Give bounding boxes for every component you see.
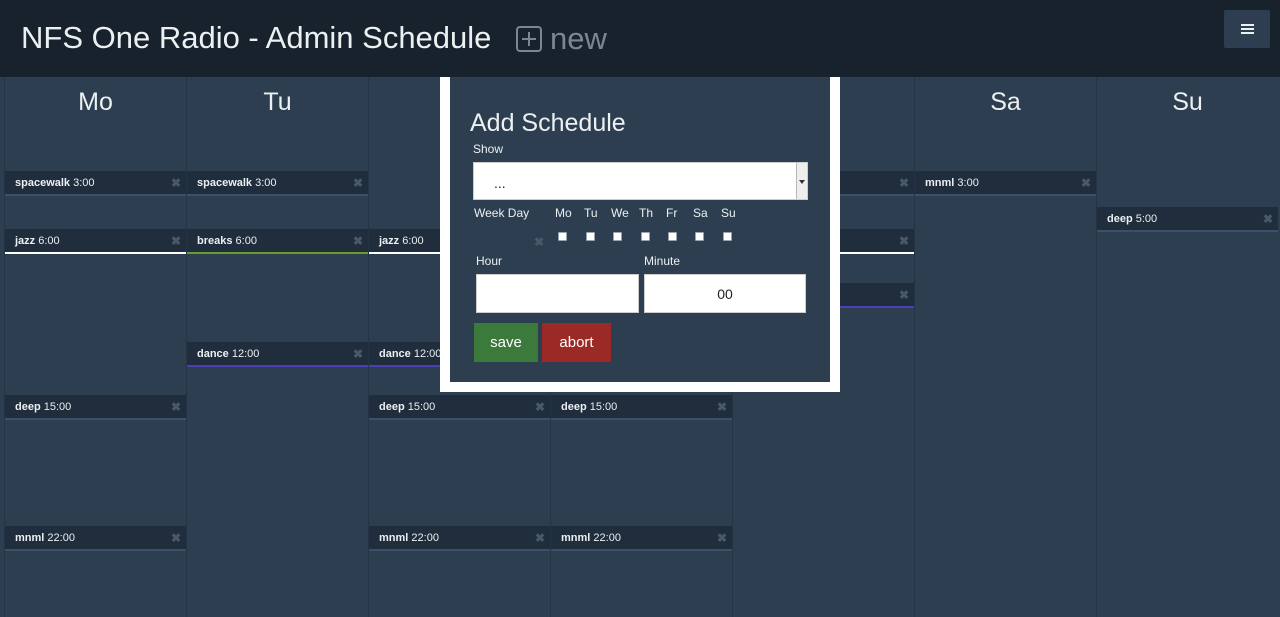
close-icon[interactable]: ✖ <box>1263 207 1273 231</box>
close-icon[interactable]: ✖ <box>1081 171 1091 195</box>
new-label: new <box>550 21 607 56</box>
weekday-label-fr: Fr <box>666 206 678 220</box>
menu-button[interactable] <box>1224 10 1270 48</box>
weekday-label-mo: Mo <box>555 206 572 220</box>
schedule-entry[interactable]: breaks 6:00 ✖ <box>187 229 368 254</box>
hour-input[interactable] <box>476 274 639 313</box>
weekday-label-su: Su <box>721 206 736 220</box>
schedule-entry[interactable]: dance 12:00 ✖ <box>187 342 368 367</box>
schedule-entry[interactable]: mnml 3:00 ✖ <box>915 171 1096 196</box>
weekday-label-we: We <box>611 206 629 220</box>
day-name: Mo <box>78 88 113 116</box>
schedule-entry[interactable]: spacewalk 3:00 ✖ <box>5 171 186 196</box>
weekday-label: Week Day <box>474 206 530 220</box>
schedule-entry[interactable]: spacewalk 3:00 ✖ <box>187 171 368 196</box>
plus-square-icon <box>516 26 542 52</box>
weekday-label-tu: Tu <box>584 206 598 220</box>
close-icon[interactable]: ✖ <box>535 526 545 550</box>
day-column-sa: Sa mnml 3:00 ✖ <box>914 77 1096 617</box>
dialog-title: Add Schedule <box>470 109 626 137</box>
show-label: Show <box>473 142 504 156</box>
day-column-tu: Tu spacewalk 3:00 ✖ breaks 6:00 ✖ dance … <box>186 77 368 617</box>
close-icon[interactable]: ✖ <box>899 171 909 195</box>
close-icon[interactable]: ✖ <box>353 342 363 366</box>
weekday-checkbox-th[interactable] <box>641 232 650 241</box>
schedule-entry[interactable]: deep 15:00 ✖ <box>369 395 550 420</box>
day-name: Sa <box>990 88 1021 116</box>
weekday-checkbox-we[interactable] <box>613 232 622 241</box>
close-icon[interactable]: ✖ <box>717 395 727 419</box>
save-button[interactable]: save <box>474 323 538 362</box>
schedule-entry[interactable]: mnml 22:00 ✖ <box>551 526 732 551</box>
close-icon[interactable]: ✖ <box>899 283 909 307</box>
weekday-checkbox-sa[interactable] <box>695 232 704 241</box>
schedule-entry[interactable]: jazz 6:00 ✖ <box>5 229 186 254</box>
day-column-mo: Mo spacewalk 3:00 ✖ jazz 6:00 ✖ deep 15:… <box>4 77 186 617</box>
close-icon[interactable]: ✖ <box>171 229 181 253</box>
close-icon[interactable]: ✖ <box>717 526 727 550</box>
day-name: Tu <box>263 88 292 116</box>
top-bar: NFS One Radio - Admin Schedule new <box>0 0 1280 77</box>
weekday-checkbox-su[interactable] <box>723 232 732 241</box>
add-schedule-dialog: Add Schedule Show ... Week Day Mo Tu We … <box>450 77 830 382</box>
close-icon[interactable]: ✖ <box>171 171 181 195</box>
schedule-entry[interactable]: mnml 22:00 ✖ <box>5 526 186 551</box>
close-icon[interactable]: ✖ <box>171 526 181 550</box>
close-icon: ✖ <box>534 235 545 249</box>
close-icon[interactable]: ✖ <box>535 395 545 419</box>
hamburger-icon <box>1241 24 1254 26</box>
new-schedule-button[interactable]: new <box>516 21 607 56</box>
minute-label: Minute <box>644 254 681 268</box>
page-title: NFS One Radio - Admin Schedule <box>21 20 492 55</box>
show-select[interactable]: ... <box>473 162 808 200</box>
schedule-entry[interactable]: deep 15:00 ✖ <box>551 395 732 420</box>
close-icon[interactable]: ✖ <box>353 229 363 253</box>
caret-down-icon[interactable] <box>796 163 807 199</box>
abort-button[interactable]: abort <box>542 323 611 362</box>
show-select-value: ... <box>494 175 506 191</box>
day-name: Su <box>1172 88 1203 116</box>
weekday-checkbox-mo[interactable] <box>558 232 567 241</box>
weekday-label-th: Th <box>639 206 654 220</box>
close-icon[interactable]: ✖ <box>353 171 363 195</box>
weekday-label-sa: Sa <box>693 206 708 220</box>
weekday-checkbox-tu[interactable] <box>586 232 595 241</box>
close-icon[interactable]: ✖ <box>899 229 909 253</box>
close-icon[interactable]: ✖ <box>171 395 181 419</box>
minute-input[interactable]: 00 <box>644 274 806 313</box>
day-column-su: Su deep 5:00 ✖ <box>1096 77 1278 617</box>
weekday-checkbox-fr[interactable] <box>668 232 677 241</box>
schedule-entry[interactable]: mnml 22:00 ✖ <box>369 526 550 551</box>
schedule-entry[interactable]: deep 15:00 ✖ <box>5 395 186 420</box>
schedule-entry[interactable]: deep 5:00 ✖ <box>1097 207 1278 232</box>
hour-label: Hour <box>476 254 503 268</box>
